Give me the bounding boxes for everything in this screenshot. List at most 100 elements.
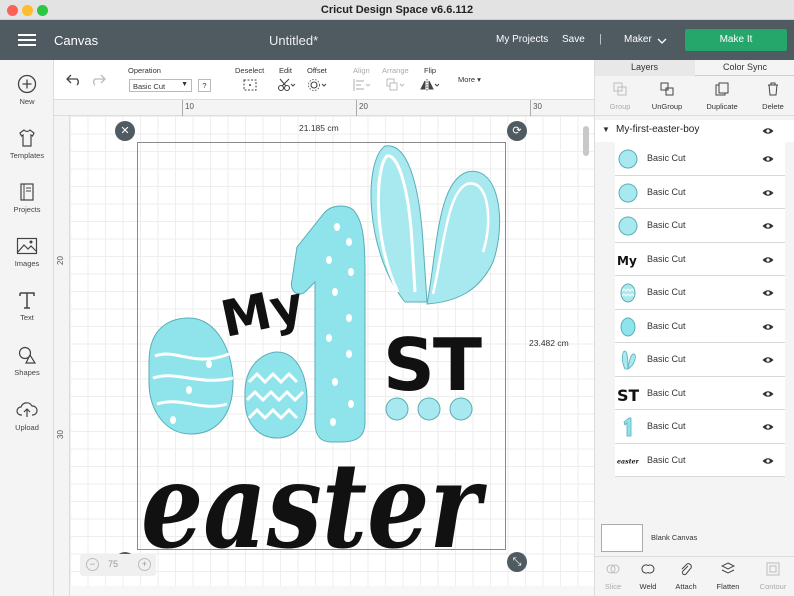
delete-label: Delete (762, 102, 784, 111)
machine-selector[interactable]: Maker (624, 34, 652, 45)
ungroup-button[interactable]: UnGroup (642, 82, 692, 111)
layer-row[interactable]: Basic Cut (615, 175, 785, 209)
select-arrow-icon: ▼ (181, 81, 188, 88)
blank-canvas-swatch[interactable] (601, 524, 643, 552)
resize-handle-icon[interactable]: ⤡ (507, 552, 527, 572)
tab-layers[interactable]: Layers (631, 62, 658, 72)
align-label: Align (353, 66, 370, 75)
group-label: Group (609, 102, 631, 111)
horizontal-scrollbar[interactable] (70, 586, 594, 596)
undo-icon[interactable] (66, 72, 82, 86)
delete-button[interactable]: Delete (748, 82, 794, 111)
weld-button[interactable]: Weld (628, 564, 668, 591)
attach-label: Attach (675, 582, 697, 591)
layer-row[interactable]: Basic Cut (615, 142, 785, 176)
ruler-vertical: 20 30 (54, 116, 70, 596)
layer-name: Basic Cut (647, 354, 686, 364)
layer-row[interactable]: Basic Cut (615, 343, 785, 377)
visibility-eye-icon[interactable] (762, 356, 774, 364)
width-dimension-label: 21.185 cm (299, 123, 339, 133)
flip-icon[interactable] (420, 78, 442, 92)
deselect-icon[interactable] (242, 78, 258, 92)
sidebar-item-label: Templates (9, 151, 45, 160)
slice-icon (606, 564, 620, 574)
visibility-eye-icon[interactable] (762, 289, 774, 297)
tab-color-sync[interactable]: Color Sync (723, 62, 767, 72)
sidebar-item-new[interactable]: New (0, 74, 54, 106)
visibility-eye-icon[interactable] (762, 256, 774, 264)
make-it-button[interactable]: Make It (685, 29, 787, 51)
my-projects-link[interactable]: My Projects (496, 34, 548, 45)
layer-row[interactable]: ST Basic Cut (615, 376, 785, 410)
redo-icon[interactable] (90, 72, 106, 86)
operation-select[interactable]: Basic Cut ▼ (129, 79, 192, 92)
zoom-in-icon[interactable]: + (138, 558, 151, 571)
design-canvas[interactable]: 21.185 cm 23.482 cm My ST easter ✕ ⟳ ⤡ −… (70, 116, 594, 596)
vertical-scrollbar[interactable] (583, 126, 589, 156)
weld-label: Weld (639, 582, 657, 591)
flatten-button[interactable]: Flatten (708, 562, 748, 591)
duplicate-button[interactable]: Duplicate (697, 82, 747, 111)
visibility-eye-icon[interactable] (762, 457, 774, 465)
visibility-eye-icon[interactable] (762, 423, 774, 431)
flatten-label: Flatten (716, 582, 740, 591)
sidebar-item-templates[interactable]: Templates (0, 128, 54, 160)
sidebar-item-text[interactable]: Text (0, 290, 54, 322)
help-button[interactable]: ? (198, 79, 211, 92)
layer-group-row[interactable]: ▼ My-first-easter-boy (595, 120, 794, 142)
more-menu[interactable]: More ▾ (458, 75, 481, 84)
selection-bounding-box[interactable] (137, 142, 506, 550)
hamburger-menu-icon[interactable] (18, 34, 36, 46)
ruler-tick-label: 20 (359, 102, 368, 111)
layer-row[interactable]: My Basic Cut (615, 242, 785, 276)
teal-circle-thumb (618, 216, 638, 236)
zoom-out-icon[interactable]: − (86, 558, 99, 571)
weld-icon (641, 564, 655, 574)
contour-label: Contour (759, 582, 787, 591)
attach-button[interactable]: Attach (666, 563, 706, 591)
sidebar-item-label: Shapes (14, 368, 40, 377)
zoom-value: 75 (108, 559, 119, 569)
more-label: More (458, 75, 476, 84)
visibility-eye-icon[interactable] (762, 189, 774, 197)
text-t-icon (19, 292, 35, 309)
height-dimension-label: 23.482 cm (529, 338, 569, 348)
visibility-eye-icon[interactable] (762, 127, 774, 135)
sidebar-item-images[interactable]: Images (0, 236, 54, 268)
layer-name: Basic Cut (647, 387, 686, 398)
layer-row[interactable]: Basic Cut (615, 209, 785, 243)
app-title: Cricut Design Space v6.6.112 (320, 4, 474, 16)
rotate-handle-icon[interactable]: ⟳ (507, 121, 527, 141)
layer-row[interactable]: Basic Cut (615, 276, 785, 310)
document-title[interactable]: Untitled* (269, 33, 318, 48)
layer-row[interactable]: Basic Cut (615, 309, 785, 343)
save-button[interactable]: Save (562, 34, 585, 45)
ruler-tick-label: 10 (185, 102, 194, 111)
pattern-egg-thumb (620, 283, 636, 303)
ruler-horizontal: 10 20 30 (54, 100, 594, 116)
collapse-chevron-icon[interactable]: ▼ (602, 125, 610, 134)
delete-handle-icon[interactable]: ✕ (115, 121, 135, 141)
visibility-eye-icon[interactable] (762, 323, 774, 331)
chevron-down-icon[interactable] (656, 35, 668, 47)
offset-icon[interactable] (308, 78, 328, 92)
sidebar-item-shapes[interactable]: Shapes (0, 345, 54, 377)
visibility-eye-icon[interactable] (762, 155, 774, 163)
group-button[interactable]: Group (595, 82, 645, 111)
app-header: Canvas Untitled* My Projects Save | Make… (0, 20, 794, 60)
svg-text:My: My (617, 254, 637, 268)
teal-egg-thumb (620, 317, 636, 336)
layer-name: Basic Cut (647, 253, 686, 264)
sidebar-item-projects[interactable]: Projects (0, 182, 54, 214)
layer-row[interactable]: easter Basic Cut (615, 443, 785, 477)
window-titlebar: Cricut Design Space v6.6.112 (0, 0, 794, 20)
sidebar-item-upload[interactable]: Upload (0, 400, 54, 432)
contour-button[interactable]: Contour (753, 562, 793, 591)
visibility-eye-icon[interactable] (762, 222, 774, 230)
panel-tabs: Layers Color Sync (595, 60, 794, 76)
slice-button[interactable]: Slice (593, 564, 633, 591)
scissors-icon[interactable] (277, 78, 297, 92)
visibility-eye-icon[interactable] (762, 390, 774, 398)
layer-row[interactable]: Basic Cut (615, 410, 785, 444)
plus-circle-icon (17, 74, 37, 94)
